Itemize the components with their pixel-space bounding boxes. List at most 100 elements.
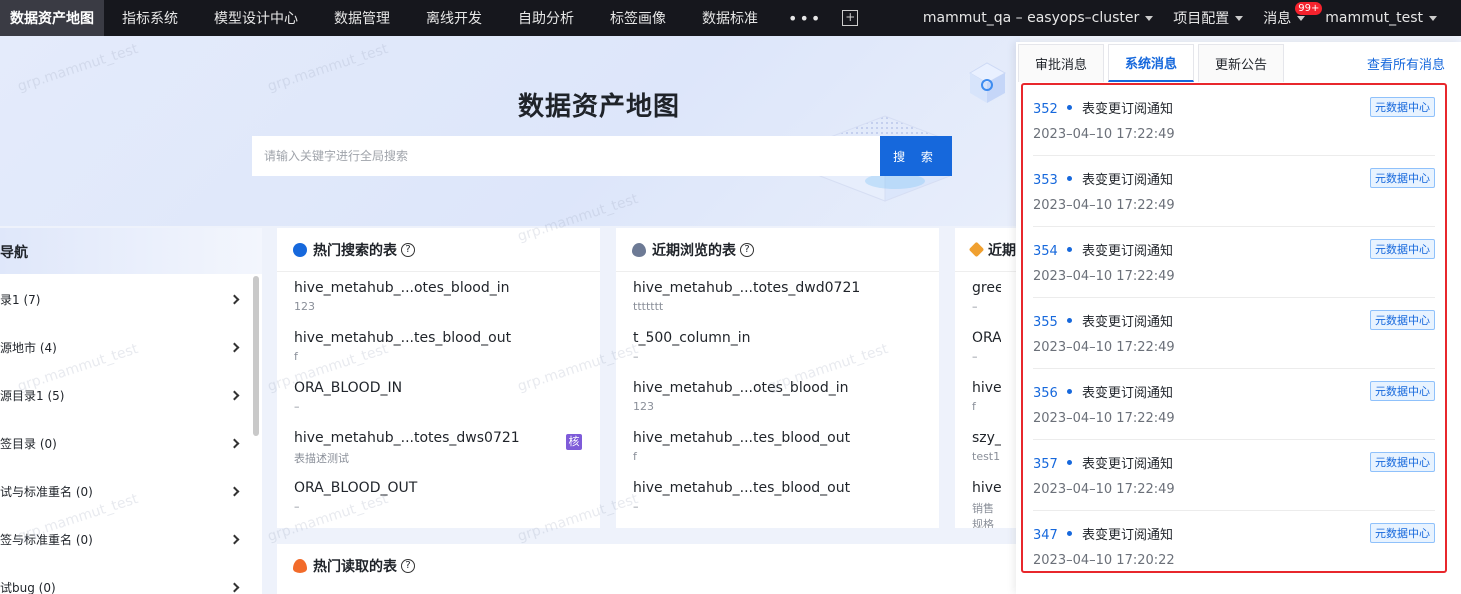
table-name: hive_metahub_...otes_blood_in — [294, 280, 510, 296]
message-item[interactable]: 357 表变更订阅通知 2023–04–10 17:22:49 元数据中心 — [1033, 440, 1435, 511]
chevron-right-icon — [229, 582, 240, 592]
tab-system[interactable]: 系统消息 — [1108, 44, 1195, 82]
table-desc: 123 — [633, 400, 654, 413]
help-icon[interactable]: ? — [740, 242, 754, 257]
sidebar-item[interactable]: 源目录1 (5) — [0, 371, 262, 419]
unread-dot-icon — [1067, 531, 1072, 536]
message-item[interactable]: 354 表变更订阅通知 2023–04–10 17:22:49 元数据中心 — [1033, 227, 1435, 298]
view-all-messages-link[interactable]: 查看所有消息 — [1367, 54, 1445, 73]
table-row[interactable]: hive_metahub_...totes_dwd0721 ttttttt — [616, 272, 939, 322]
message-title: 表变更订阅通知 — [1082, 173, 1174, 188]
sidebar-item[interactable]: 源地市 (4) — [0, 323, 262, 371]
message-list: 352 表变更订阅通知 2023–04–10 17:22:49 元数据中心 353… — [1021, 83, 1447, 573]
source-tag: 元数据中心 — [1370, 523, 1435, 543]
sidebar-item[interactable]: 签目录 (0) — [0, 419, 262, 467]
message-time: 2023–04–10 17:22:49 — [1033, 411, 1175, 426]
message-id: 353 — [1033, 173, 1058, 188]
help-icon[interactable]: ? — [401, 242, 415, 257]
cluster-selector[interactable]: mammut_qa – easyops–cluster — [913, 10, 1163, 26]
hot-read-card: 热门读取的表 ? — [277, 544, 1017, 594]
table-row[interactable]: hive_metahub_...tes_blood_out – — [616, 472, 939, 522]
sidebar-item-label: 试bug (0) — [0, 580, 56, 594]
recent-view-card: 近期浏览的表 ? hive_metahub_...totes_dwd0721 tt… — [616, 228, 939, 528]
table-row[interactable]: hive_mf — [955, 372, 1017, 422]
source-tag: 元数据中心 — [1370, 381, 1435, 401]
table-desc: 表描述测试 — [294, 452, 349, 465]
help-icon[interactable]: ? — [401, 559, 415, 573]
tab-approval[interactable]: 审批消息 — [1018, 44, 1105, 82]
message-item[interactable]: 347 表变更订阅通知 2023–04–10 17:20:22 元数据中心 — [1033, 511, 1435, 582]
more-icon[interactable]: ••• — [776, 9, 834, 28]
table-row[interactable]: greenp – — [955, 272, 1017, 322]
chevron-right-icon — [229, 294, 240, 304]
message-item[interactable]: 355 表变更订阅通知 2023–04–10 17:22:49 元数据中心 — [1033, 298, 1435, 369]
add-icon[interactable]: + — [842, 10, 859, 26]
nav-item-data-management[interactable]: 数据管理 — [316, 0, 408, 36]
sidebar-item-label: 源地市 (4) — [0, 340, 57, 355]
nav-item-metrics[interactable]: 指标系统 — [104, 0, 196, 36]
search-button[interactable]: 搜 索 — [880, 136, 952, 176]
sidebar-item[interactable]: 试bug (0) — [0, 563, 262, 594]
hot-search-card: 热门搜索的表 ? hive_metahub_...otes_blood_in 12… — [277, 228, 600, 528]
sidebar-scrollbar[interactable] — [253, 276, 259, 436]
table-row[interactable]: ORA_M – — [955, 322, 1017, 372]
message-item[interactable]: 356 表变更订阅通知 2023–04–10 17:22:49 元数据中心 — [1033, 369, 1435, 440]
chevron-down-icon — [1429, 15, 1437, 21]
table-desc: – — [294, 500, 300, 513]
message-item[interactable]: 352 表变更订阅通知 2023–04–10 17:22:49 元数据中心 — [1033, 85, 1435, 156]
message-title: 表变更订阅通知 — [1082, 457, 1174, 472]
messages-menu[interactable]: 消息 99+ — [1253, 2, 1323, 28]
nav-brand[interactable]: 数据资产地图 — [0, 0, 104, 36]
global-search-input[interactable] — [252, 136, 880, 176]
sidebar-item[interactable]: 签与标准重名 (0) — [0, 515, 262, 563]
table-row[interactable]: t_500_column_in – — [616, 322, 939, 372]
table-name: hive_metahub_...totes_dwd0721 — [633, 280, 861, 296]
table-row[interactable]: szy_tes test1 — [955, 422, 1017, 472]
table-row[interactable]: hive_metahub_...otes_blood_in 123 — [277, 272, 600, 322]
table-row[interactable]: ORA_BLOOD_IN – — [277, 372, 600, 422]
message-time: 2023–04–10 17:22:49 — [1033, 198, 1175, 213]
table-desc: test1 — [972, 450, 1001, 463]
sidebar-item[interactable]: 录1 (7) — [0, 275, 262, 323]
nav-item-offline-dev[interactable]: 离线开发 — [408, 0, 500, 36]
project-config-label: 项目配置 — [1173, 11, 1230, 27]
message-id: 357 — [1033, 457, 1058, 472]
message-title: 表变更订阅通知 — [1082, 528, 1174, 543]
message-id: 352 — [1033, 102, 1058, 117]
message-title: 表变更订阅通知 — [1082, 102, 1174, 117]
source-tag: 元数据中心 — [1370, 168, 1435, 188]
table-row[interactable]: hive_sz 销售规格 — [955, 472, 1017, 528]
table-desc: – — [972, 300, 978, 313]
message-tabs: 审批消息 系统消息 更新公告 查看所有消息 — [1016, 42, 1461, 82]
table-name: ORA_M — [972, 330, 1001, 346]
message-panel: 审批消息 系统消息 更新公告 查看所有消息 352 表变更订阅通知 2023–04… — [1016, 42, 1461, 594]
cluster-label: mammut_qa – easyops–cluster — [922, 10, 1140, 26]
nav-item-model-design[interactable]: 模型设计中心 — [196, 0, 316, 36]
top-nav: 数据资产地图 指标系统 模型设计中心 数据管理 离线开发 自助分析 标签画像 数… — [0, 0, 1461, 36]
nav-item-tag-profile[interactable]: 标签画像 — [592, 0, 684, 36]
nav-item-self-analysis[interactable]: 自助分析 — [500, 0, 592, 36]
user-menu[interactable]: mammut_test — [1315, 10, 1461, 26]
table-row[interactable]: hive_metahub_...tes_blood_out f — [277, 322, 600, 372]
table-row[interactable]: hive_metahub_...otes_blood_in 123 — [616, 372, 939, 422]
table-desc: f — [294, 350, 298, 363]
hero-banner: 数据资产地图 搜 索 — [0, 36, 1020, 226]
project-config-menu[interactable]: 项目配置 — [1163, 8, 1253, 28]
table-row[interactable]: ORA_BLOOD_OUT – — [277, 472, 600, 522]
tab-announcement[interactable]: 更新公告 — [1198, 44, 1285, 82]
sidebar-item-label: 录1 (7) — [0, 292, 41, 307]
nav-item-data-standard[interactable]: 数据标准 — [684, 0, 776, 36]
message-item[interactable]: 353 表变更订阅通知 2023–04–10 17:22:49 元数据中心 — [1033, 156, 1435, 227]
chevron-right-icon — [229, 486, 240, 496]
sidebar-item[interactable]: 试与标准重名 (0) — [0, 467, 262, 515]
message-id: 354 — [1033, 244, 1058, 259]
table-row[interactable]: hive_metahub_...tes_blood_out f — [616, 422, 939, 472]
table-name: hive_sz — [972, 480, 1001, 496]
sidebar-item-label: 签与标准重名 (0) — [0, 532, 93, 547]
sidebar-title: 导航 — [0, 228, 262, 274]
table-name: greenp — [972, 280, 1001, 296]
table-desc: – — [294, 400, 300, 413]
message-title: 表变更订阅通知 — [1082, 244, 1174, 259]
eye-icon — [632, 242, 646, 257]
table-row[interactable]: hive_metahub_...totes_dws0721 表描述测试 核 — [277, 422, 600, 472]
